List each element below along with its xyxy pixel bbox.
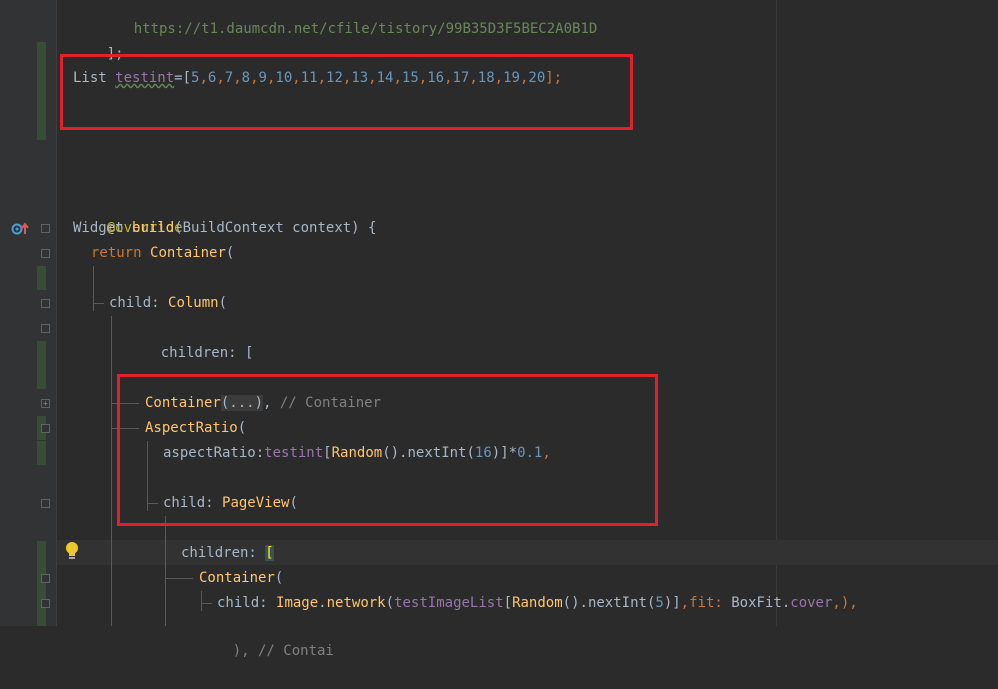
call: ().nextInt( (562, 595, 656, 611)
highlight-box-aspect-ratio (117, 374, 658, 526)
class-column: Column (168, 295, 219, 311)
code-line-build: Widget build(BuildContext context) { (73, 216, 376, 241)
method-params: (BuildContext context) { (174, 220, 377, 236)
class-container: Container (150, 245, 226, 261)
var-testimagelist: testImageList (394, 595, 504, 611)
code-line-children-bracket: children: [ (181, 541, 274, 566)
bracket: [ (503, 595, 513, 611)
method-network: network (326, 595, 386, 611)
child-label: child: (217, 595, 277, 611)
class-container: Container (199, 570, 275, 586)
code-line-close: ]; (73, 17, 124, 62)
paren: ( (385, 595, 395, 611)
code-line-return: return Container( (91, 241, 234, 266)
code-line-partial: ), // Contai (199, 614, 334, 659)
code-line-child-column: child: Column( (109, 291, 227, 316)
bracket: )] (663, 595, 681, 611)
child-label: child: (109, 295, 169, 311)
number: 5 (655, 595, 664, 611)
class-random: Random (512, 595, 563, 611)
code-line-url: https://t1.daumcdn.net/cfile/tistory/99B… (100, 0, 598, 37)
paren: ( (225, 245, 235, 261)
method-name: build (132, 220, 175, 236)
paren: ( (274, 570, 284, 586)
return-type: Widget (73, 220, 124, 236)
lightbulb-icon[interactable] (64, 541, 80, 561)
children-label: children: (181, 545, 266, 561)
class-image: Image (276, 595, 319, 611)
return-keyword: return (91, 245, 142, 261)
code-line-container-inner: Container( (199, 566, 283, 591)
code-line-children: children: [ (127, 316, 254, 361)
matched-bracket: [ (265, 545, 274, 561)
close: ,), (832, 595, 858, 611)
highlight-box-list-decl (60, 54, 633, 130)
partial-line: ), // Contai (232, 643, 334, 659)
code-line-annotation: @override (73, 191, 183, 236)
code-line-image: child: Image.network(testImageList[Rando… (217, 591, 858, 616)
children-label: children: [ (160, 345, 254, 361)
paren: ( (218, 295, 228, 311)
class-boxfit: BoxFit (731, 595, 782, 611)
url-string: https://t1.daumcdn.net/cfile/tistory/99B… (133, 21, 598, 37)
enum-cover: cover (790, 595, 833, 611)
dot: . (318, 595, 327, 611)
fit-label: ,fit: (680, 595, 732, 611)
dot: . (781, 595, 791, 611)
